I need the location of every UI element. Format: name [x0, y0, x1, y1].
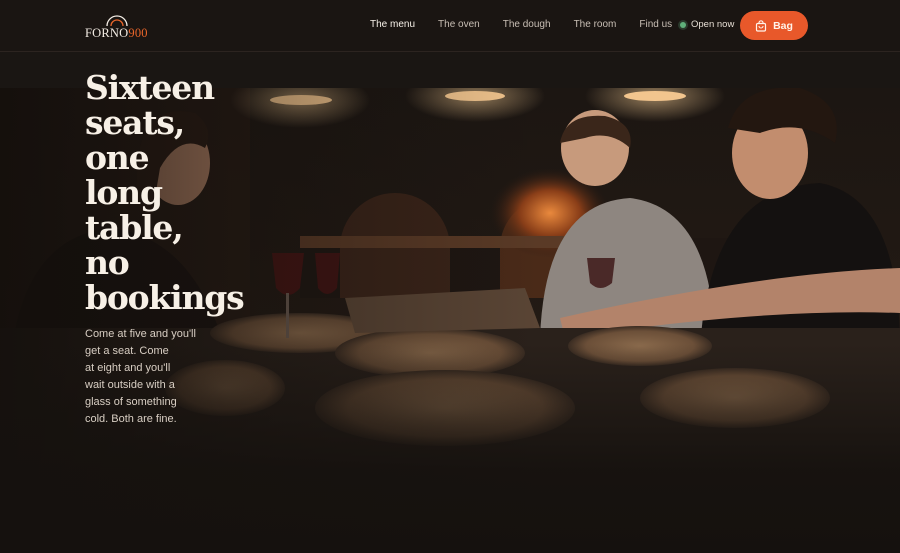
- oven-arch-icon: [106, 15, 128, 26]
- bag-icon: [755, 19, 767, 32]
- headline-line: bookings: [85, 278, 245, 317]
- lede-line: get a seat. Come: [85, 345, 169, 357]
- headline-line: no: [85, 243, 130, 282]
- lede-line: wait outside with a: [85, 379, 175, 391]
- main-nav: The menu The oven The dough The room Fin…: [370, 19, 672, 30]
- nav-item-dough[interactable]: The dough: [503, 19, 551, 30]
- headline-line: long: [85, 173, 163, 212]
- status-label: Open now: [691, 19, 735, 30]
- open-status: Open now: [680, 19, 734, 30]
- bag-button[interactable]: Bag: [740, 11, 808, 40]
- headline-line: table,: [85, 208, 184, 247]
- lede-line: glass of something: [85, 396, 177, 408]
- nav-item-menu[interactable]: The menu: [370, 19, 415, 30]
- nav-item-find-us[interactable]: Find us: [639, 19, 672, 30]
- lede-line: at eight and you'll: [85, 362, 171, 374]
- lede-line: Come at five and you'll: [85, 328, 196, 340]
- headline-line: one: [85, 138, 150, 177]
- nav-item-room[interactable]: The room: [574, 19, 617, 30]
- hero-lede: Come at five and you'll get a seat. Come…: [85, 326, 200, 428]
- headline-line: seats,: [85, 103, 185, 142]
- nav-item-oven[interactable]: The oven: [438, 19, 480, 30]
- headline-line: Sixteen: [85, 68, 215, 107]
- status-dot-icon: [680, 21, 686, 28]
- lede-line: cold. Both are fine.: [85, 413, 177, 425]
- brand-wordmark: FORNO900: [85, 26, 148, 41]
- hero-headline: Sixteen seats, one long table, no bookin…: [85, 70, 285, 315]
- brand-logo[interactable]: FORNO900: [85, 13, 155, 41]
- brand-name: FORNO: [85, 26, 129, 40]
- bag-label: Bag: [773, 19, 793, 32]
- brand-number: 900: [128, 26, 148, 40]
- site-header: FORNO900 The menu The oven The dough The…: [0, 0, 900, 52]
